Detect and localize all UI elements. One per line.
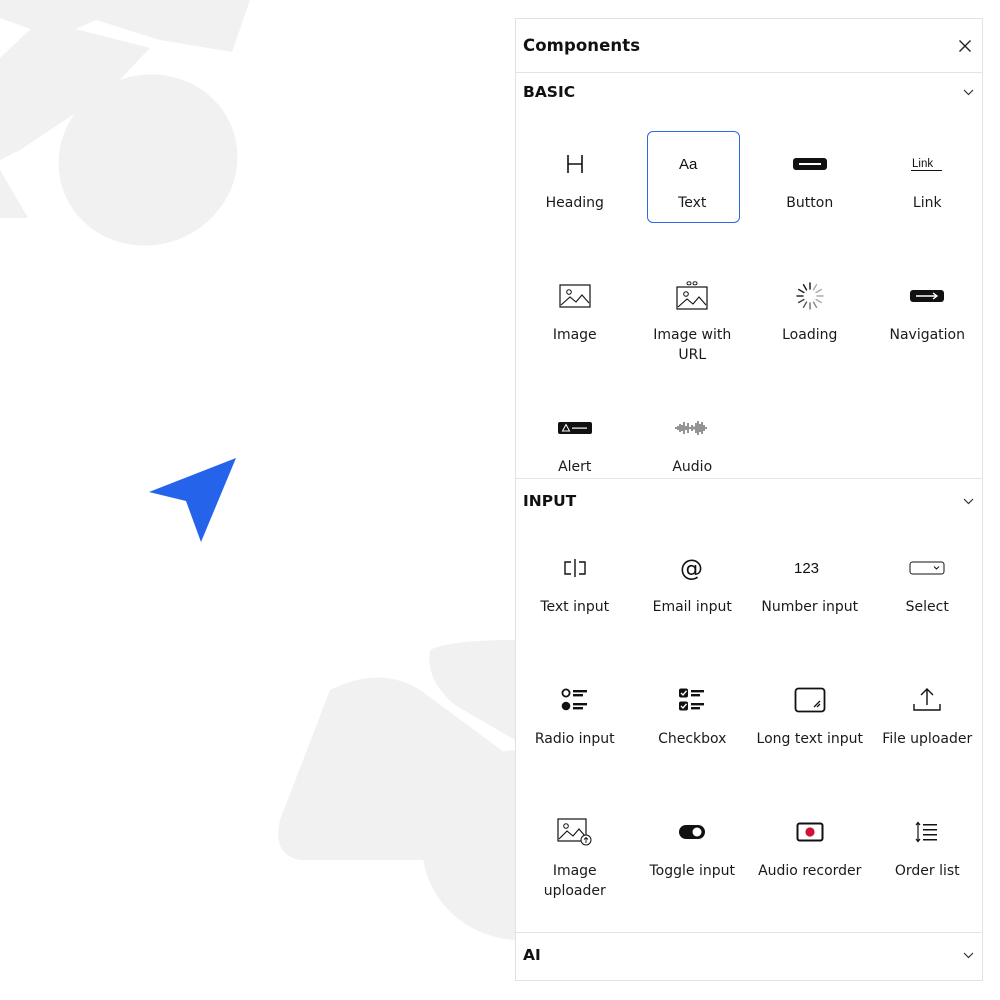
component-image-with-url[interactable]: Image with URL [634, 266, 752, 398]
component-toggle-input[interactable]: Toggle input [634, 802, 752, 934]
component-label: Loading [782, 327, 838, 343]
component-number-input[interactable]: 123 Number input [751, 538, 869, 670]
component-navigation[interactable]: Navigation [869, 266, 987, 398]
component-label: Number input [761, 599, 859, 615]
component-label: Image with URL [653, 327, 732, 363]
long-text-icon [780, 685, 840, 715]
component-radio-input[interactable]: Radio input [516, 670, 634, 802]
component-label: Image uploader [543, 863, 606, 899]
pointer-arrow-icon [149, 458, 236, 542]
close-button[interactable] [956, 37, 974, 55]
radio-list-icon [545, 685, 605, 715]
component-image-uploader[interactable]: Image uploader [516, 802, 634, 934]
component-label: Text input [540, 599, 610, 615]
email-at-icon: @ [662, 553, 722, 583]
close-icon [959, 39, 971, 52]
chevron-down-icon [962, 949, 974, 961]
number-input-icon: 123 [780, 553, 840, 583]
image-icon [545, 281, 605, 311]
heading-icon [545, 149, 605, 179]
component-label: Email input [652, 599, 732, 615]
component-label: Long text input [756, 731, 863, 747]
link-icon: Link [897, 149, 957, 179]
component-label: Audio recorder [758, 863, 862, 879]
component-label: Link [912, 195, 942, 211]
component-label: Order list [894, 863, 960, 879]
audio-waveform-icon [662, 413, 722, 443]
component-link[interactable]: Link Link [869, 134, 987, 266]
component-image[interactable]: Image [516, 266, 634, 398]
component-label: Audio [672, 459, 713, 475]
component-select[interactable]: Select [869, 538, 987, 670]
checkbox-list-icon [662, 685, 722, 715]
component-label: Navigation [889, 327, 965, 343]
image-url-icon [662, 281, 722, 311]
component-audio[interactable]: Audio [634, 398, 752, 530]
component-label: Radio input [534, 731, 615, 747]
component-label: Button [786, 195, 834, 211]
order-list-icon [897, 817, 957, 847]
alert-icon [545, 413, 605, 443]
component-text[interactable]: Aa Text [634, 131, 752, 266]
record-icon [780, 817, 840, 847]
component-label: Alert [558, 459, 592, 475]
svg-text:@: @ [680, 556, 703, 581]
upload-icon [897, 685, 957, 715]
input-components-grid: Text input @ Email input 123 Number inpu… [516, 523, 982, 932]
panel-title: Components [523, 36, 641, 55]
component-label: Checkbox [658, 731, 727, 747]
component-label: Image [552, 327, 597, 343]
component-loading[interactable]: Loading [751, 266, 869, 398]
text-input-icon [545, 553, 605, 583]
component-file-uploader[interactable]: File uploader [869, 670, 987, 802]
text-icon: Aa [662, 149, 722, 179]
components-panel: Components BASIC Heading Aa Text Button … [515, 18, 983, 981]
component-audio-recorder[interactable]: Audio recorder [751, 802, 869, 934]
component-label: File uploader [882, 731, 973, 747]
select-dropdown-icon [897, 553, 957, 583]
component-label: Heading [545, 195, 604, 211]
component-label: Toggle input [649, 863, 735, 879]
section-basic-header[interactable]: BASIC [516, 73, 982, 111]
component-email-input[interactable]: @ Email input [634, 538, 752, 670]
section-ai-title: AI [523, 946, 541, 964]
svg-text:Aa: Aa [679, 156, 698, 172]
component-label: Text [678, 195, 707, 211]
panel-header: Components [516, 19, 982, 73]
button-icon [780, 149, 840, 179]
component-label: Select [905, 599, 949, 615]
image-upload-icon [545, 817, 605, 847]
link-icon-text: Link [912, 158, 933, 170]
component-order-list[interactable]: Order list [869, 802, 987, 934]
loading-spinner-icon [780, 281, 840, 311]
section-ai-header[interactable]: AI [516, 933, 982, 977]
component-button[interactable]: Button [751, 134, 869, 266]
component-heading[interactable]: Heading [516, 134, 634, 266]
component-alert[interactable]: Alert [516, 398, 634, 530]
component-text-input[interactable]: Text input [516, 538, 634, 670]
basic-components-grid: Heading Aa Text Button Link Link Image I… [516, 111, 982, 478]
chevron-down-icon [962, 495, 974, 507]
chevron-down-icon [962, 86, 974, 98]
component-checkbox[interactable]: Checkbox [634, 670, 752, 802]
number-icon-text: 123 [794, 560, 819, 577]
navigation-icon [897, 281, 957, 311]
component-long-text-input[interactable]: Long text input [751, 670, 869, 802]
toggle-icon [662, 817, 722, 847]
section-basic-title: BASIC [523, 83, 576, 101]
